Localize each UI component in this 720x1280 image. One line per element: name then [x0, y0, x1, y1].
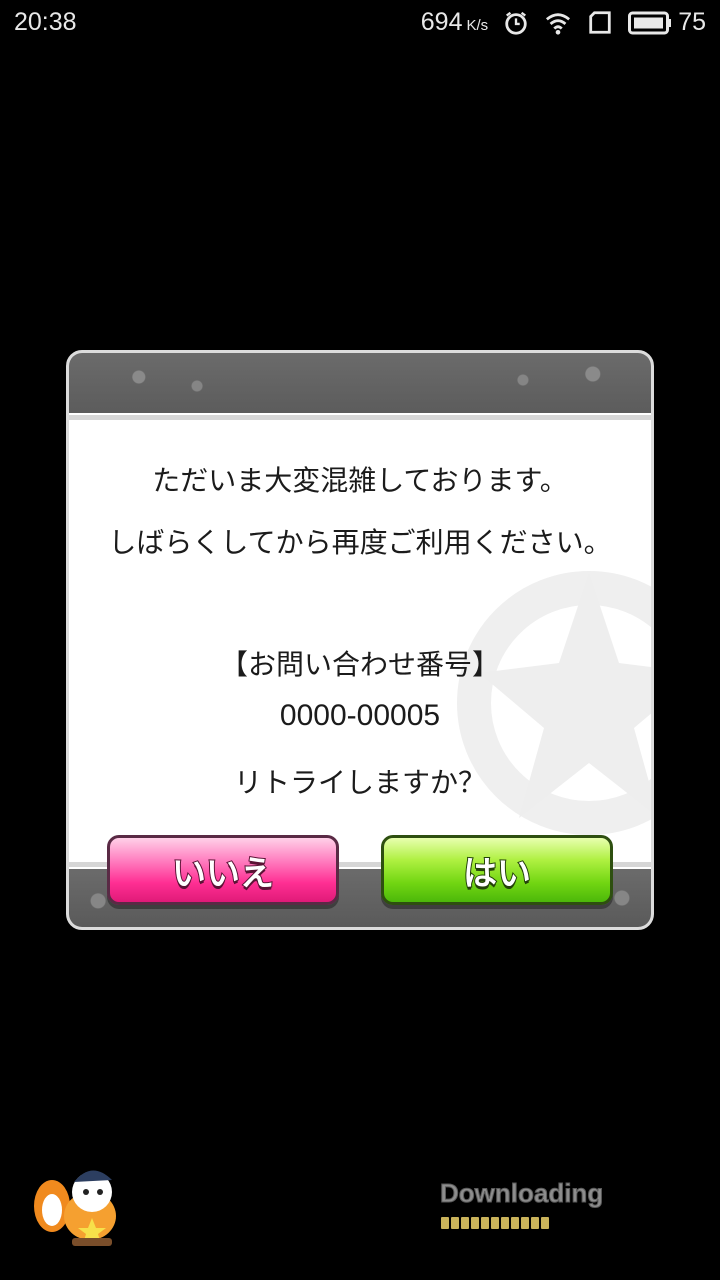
- download-progress-segment: [511, 1217, 519, 1229]
- yes-button-label: はい: [462, 853, 532, 895]
- sim-icon: [589, 10, 611, 34]
- download-progress-bar: [441, 1217, 549, 1229]
- status-right: 694 K/s 75: [421, 8, 706, 37]
- download-label: Downloading: [439, 1178, 604, 1209]
- dialog-header-band: [69, 353, 651, 413]
- status-bar: 20:38 694 K/s 75: [0, 0, 720, 46]
- yes-button[interactable]: はい: [381, 835, 613, 905]
- no-button[interactable]: いいえ: [107, 835, 339, 905]
- dialog-divider: [69, 415, 651, 420]
- network-speed: 694 K/s: [421, 8, 488, 37]
- network-speed-unit: K/s: [466, 17, 489, 34]
- game-screen: 20:38 694 K/s 75 ただいま大変混雑しております。 しばらくしてか…: [0, 0, 720, 1280]
- download-progress-segment: [481, 1217, 489, 1229]
- battery-icon: [628, 11, 672, 34]
- battery-indicator: 75: [628, 8, 706, 37]
- download-progress-segment: [541, 1217, 549, 1229]
- inquiry-number: 0000-00005: [279, 699, 441, 732]
- download-progress-segment: [441, 1217, 449, 1229]
- alarm-icon: [505, 11, 527, 35]
- network-speed-value: 694: [420, 8, 463, 36]
- download-progress-segment: [521, 1217, 529, 1229]
- retry-question: リトライしますか？: [233, 766, 486, 799]
- error-dialog: ただいま大変混雑しております。 しばらくしてから再度ご利用ください。 【お問い合…: [66, 350, 654, 930]
- download-progress-segment: [531, 1217, 539, 1229]
- inquiry-label: 【お問い合わせ番号】: [219, 648, 500, 681]
- mascot-icon: [34, 1170, 116, 1246]
- download-progress-segment: [491, 1217, 499, 1229]
- wifi-icon: [546, 12, 571, 35]
- download-progress-segment: [501, 1217, 509, 1229]
- message-line-1: ただいま大変混雑しております。: [152, 464, 568, 497]
- download-progress-segment: [451, 1217, 459, 1229]
- download-progress-segment: [461, 1217, 469, 1229]
- download-progress-segment: [471, 1217, 479, 1229]
- message-line-2: しばらくしてから再度ご利用ください。: [108, 526, 612, 559]
- status-time: 20:38: [14, 8, 77, 36]
- battery-level: 75: [678, 8, 706, 36]
- no-button-label: いいえ: [171, 853, 275, 895]
